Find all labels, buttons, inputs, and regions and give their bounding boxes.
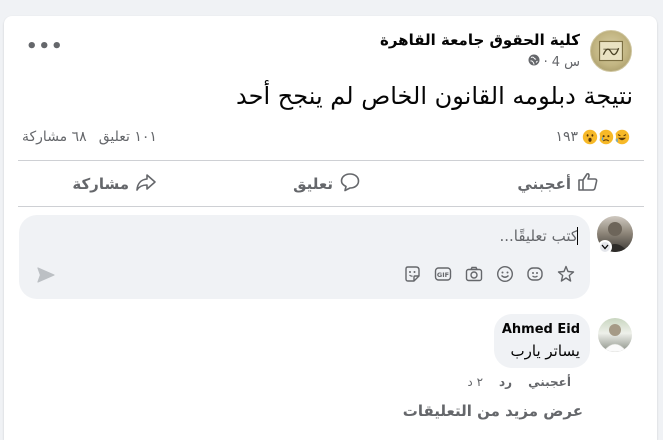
comment-button[interactable]: تعليق [293,168,361,200]
divider [18,160,644,161]
page-avatar[interactable] [590,30,632,72]
share-arrow-icon [135,171,157,197]
share-button[interactable]: مشاركة [72,168,157,200]
chevron-down-icon[interactable] [598,240,612,254]
thumbs-up-icon [577,171,599,197]
divider [18,206,644,207]
comment-bubble-icon [339,171,361,197]
comment-bubble: Ahmed Eid يساتر يارب [494,314,590,368]
like-button[interactable]: أعجبني [517,168,599,200]
post-card: كلية الحقوق جامعة القاهرة 4 س · ••• نتيج… [4,16,657,440]
emoji-icon[interactable] [494,263,516,285]
commenter-avatar[interactable] [598,318,632,352]
globe-icon [528,54,540,70]
comment-reply-button[interactable]: رد [499,375,512,389]
more-dots-icon[interactable]: ••• [26,38,64,56]
post-time[interactable]: 4 س [552,55,580,70]
post-text: نتيجة دبلومه القانون الخاص لم ينجح أحد [236,82,633,110]
text-caret [577,227,578,245]
share-label: مشاركة [72,175,129,193]
page-name[interactable]: كلية الحقوق جامعة القاهرة [380,31,580,49]
post-meta: 4 س · [528,54,580,70]
comment-composer: GIF [19,215,590,299]
star-icon[interactable] [555,263,577,285]
send-icon[interactable] [35,264,57,286]
comment-input[interactable] [38,225,578,247]
meta-separator: · [543,54,548,70]
gif-label: GIF [437,271,449,279]
comment-actions: أعجبني رد ٢ د [467,375,571,389]
gif-icon[interactable]: GIF [432,263,454,285]
reaction-count[interactable]: ١٩٣ [555,129,578,145]
view-more-comments-link[interactable]: عرض مزيد من التعليقات [403,402,583,420]
like-label: أعجبني [517,175,571,193]
camera-icon[interactable] [463,263,485,285]
avatar-sticker-icon[interactable] [524,263,546,285]
reaction-icons [580,127,632,147]
comment-label: تعليق [293,175,333,193]
comment-like-button[interactable]: أعجبني [528,375,571,389]
reactions-summary[interactable]: ١٩٣ [555,127,632,147]
comment-author[interactable]: Ahmed Eid [502,322,580,337]
sticker-icon[interactable] [401,263,423,285]
comment-time[interactable]: ٢ د [467,375,483,389]
engagement-counts: ١٠١ تعليق ٦٨ مشاركة [22,129,157,145]
comment-count[interactable]: ١٠١ تعليق [99,129,157,145]
comment-text: يساتر يارب [510,342,580,360]
share-count[interactable]: ٦٨ مشاركة [22,129,87,145]
wow-emoji [580,127,600,147]
